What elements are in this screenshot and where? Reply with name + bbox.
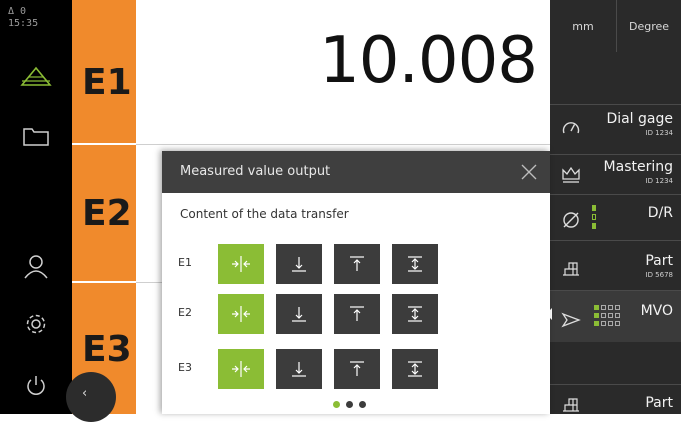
mvo-indicator-grid <box>594 305 624 327</box>
minimum-icon <box>292 362 306 377</box>
actual-value-button[interactable] <box>218 244 264 284</box>
actual-value-icon <box>232 256 250 272</box>
dialog-subtitle: Content of the data transfer <box>180 207 349 221</box>
collapse-sidebar-button[interactable]: ‹ <box>66 372 116 422</box>
left-sidebar: Δ 0 15:35 <box>0 0 72 414</box>
row-label: E2 <box>178 306 192 319</box>
axis-e1-label: E1 <box>82 62 132 103</box>
output-row-e2: E2 <box>162 294 550 334</box>
maximum-button[interactable] <box>334 244 380 284</box>
dr-title: D/R <box>647 205 673 221</box>
actual-value-icon <box>232 361 250 377</box>
maximum-icon <box>350 306 364 321</box>
page-dot[interactable] <box>359 401 366 408</box>
range-icon <box>408 306 422 322</box>
axis-e2-tile[interactable]: E2 <box>72 145 136 281</box>
dial-gage-id: ID 1234 <box>645 129 674 137</box>
actual-value-button[interactable] <box>218 294 264 334</box>
settings-button[interactable] <box>0 298 72 350</box>
row-label: E1 <box>178 256 192 269</box>
output-row-e1: E1 <box>162 244 550 284</box>
range-button[interactable] <box>392 294 438 334</box>
axis-e1-tile[interactable]: E1 <box>72 0 136 143</box>
dial-gage-item[interactable]: Dial gage ID 1234 <box>550 104 681 154</box>
gauge-icon <box>560 117 582 139</box>
page-dot[interactable] <box>346 401 353 408</box>
axis-e3-label: E3 <box>82 329 132 370</box>
delta-counter: Δ 0 <box>8 6 27 17</box>
maximum-icon <box>350 256 364 271</box>
close-icon <box>521 164 537 180</box>
minimum-icon <box>292 257 306 272</box>
actual-value-button[interactable] <box>218 349 264 389</box>
diameter-radius-item[interactable]: D/R <box>550 194 681 240</box>
file-management-button[interactable] <box>0 110 72 162</box>
minimum-icon <box>292 307 306 322</box>
mastering-title: Mastering <box>603 159 673 175</box>
dial-gage-title: Dial gage <box>606 111 673 127</box>
part-title-2: Part <box>645 395 673 411</box>
axis-e2-label: E2 <box>82 193 132 234</box>
chevron-left-icon: ‹ <box>82 386 88 401</box>
minimum-button[interactable] <box>276 349 322 389</box>
part-id: ID 5678 <box>645 271 674 279</box>
mastering-item[interactable]: Mastering ID 1234 <box>550 154 681 194</box>
part-icon <box>560 257 582 279</box>
diameter-icon <box>560 209 582 231</box>
mvo-item[interactable]: MVO <box>550 290 681 342</box>
user-login-button[interactable] <box>0 240 72 292</box>
measured-value-output-dialog: Measured value output Content of the dat… <box>162 151 550 414</box>
part-title: Part <box>645 253 673 269</box>
row-divider <box>136 144 550 145</box>
right-panel: mm Degree Dial gage ID 1234 Mastering ID… <box>550 0 681 414</box>
power-button[interactable] <box>0 360 72 412</box>
page-dot-active[interactable] <box>333 401 340 408</box>
send-icon <box>560 309 582 331</box>
mvo-title: MVO <box>640 303 673 319</box>
range-icon <box>408 361 422 377</box>
unit-angle-button[interactable]: Degree <box>616 0 681 52</box>
maximum-button[interactable] <box>334 294 380 334</box>
dialog-title: Measured value output <box>180 164 331 179</box>
close-button[interactable] <box>518 161 540 183</box>
output-row-e3: E3 <box>162 349 550 389</box>
crown-icon <box>560 163 582 185</box>
row-label: E3 <box>178 361 192 374</box>
range-button[interactable] <box>392 349 438 389</box>
mastering-id: ID 1234 <box>645 177 674 185</box>
maximum-button[interactable] <box>334 349 380 389</box>
measure-icon <box>20 66 52 86</box>
dialog-header: Measured value output <box>162 151 550 193</box>
part-icon <box>560 393 582 415</box>
status-area: Δ 0 15:35 <box>8 6 38 30</box>
part-item[interactable]: Part ID 5678 <box>550 240 681 290</box>
gear-icon <box>26 314 46 334</box>
folder-icon <box>23 128 49 146</box>
minimum-button[interactable] <box>276 294 322 334</box>
maximum-icon <box>350 361 364 376</box>
clock: 15:35 <box>8 18 39 29</box>
unit-length-button[interactable]: mm <box>550 0 616 52</box>
part-item-2[interactable]: Part <box>550 384 681 414</box>
user-icon <box>24 255 48 279</box>
range-icon <box>408 256 422 272</box>
dr-indicator <box>592 205 596 231</box>
range-button[interactable] <box>392 244 438 284</box>
e1-measured-value: 10.008 <box>319 24 538 98</box>
actual-value-icon <box>232 306 250 322</box>
minimum-button[interactable] <box>276 244 322 284</box>
power-icon <box>27 376 45 395</box>
measure-nav-button[interactable] <box>0 50 72 102</box>
